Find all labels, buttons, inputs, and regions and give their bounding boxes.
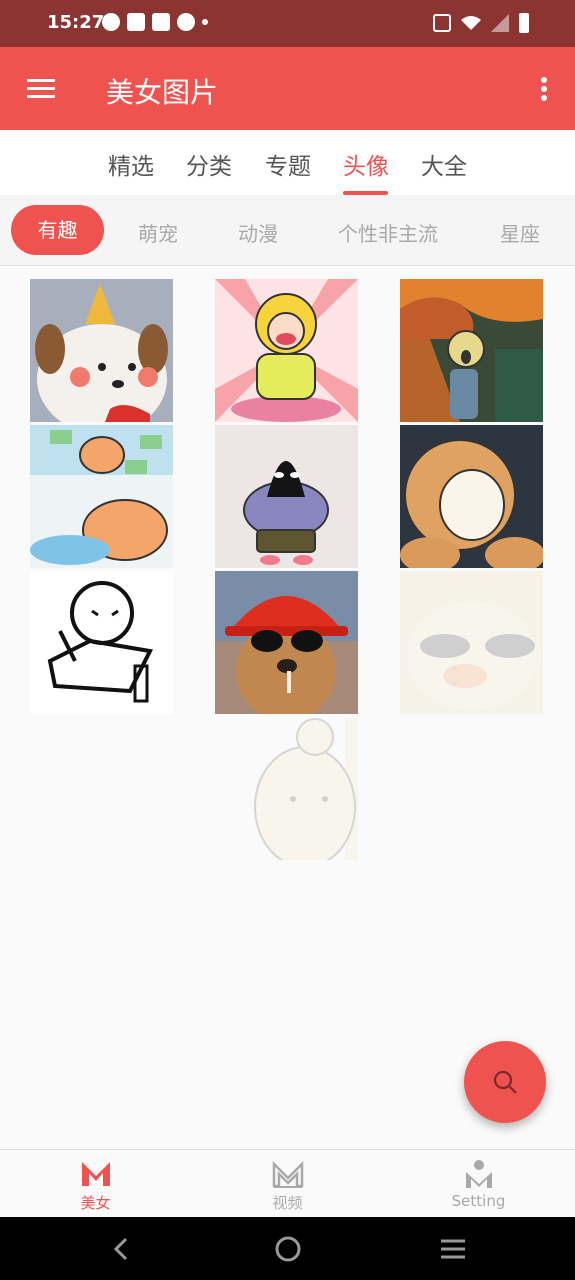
avatar-thumbnail[interactable] [215, 717, 358, 860]
m-logo-icon [272, 1160, 304, 1188]
avatar-thumbnail[interactable] [400, 279, 543, 422]
tab-all[interactable]: 大全 [421, 147, 467, 181]
tab-avatar[interactable]: 头像 [343, 147, 389, 181]
subtab-anime[interactable]: 动漫 [238, 218, 278, 247]
person-icon [466, 1160, 492, 1188]
dot-icon [202, 19, 208, 25]
main-tabs: 精选 分类 专题 头像 大全 [0, 130, 575, 195]
subtab-personality[interactable]: 个性非主流 [338, 218, 438, 247]
nav-item-beauty[interactable]: 美女 [0, 1150, 191, 1218]
mail-icon [152, 13, 170, 31]
sunglasses-duck-image [400, 571, 543, 714]
signal-icon [491, 14, 509, 32]
taiyaki-cat-image [400, 425, 543, 568]
menu-icon[interactable] [27, 79, 55, 99]
patrick-image [215, 425, 358, 568]
search-fab-button[interactable] [464, 1041, 546, 1123]
avatar-thumbnail[interactable] [215, 279, 358, 422]
nav-label: 美女 [80, 1194, 111, 1212]
nav-label: Setting [451, 1192, 506, 1210]
more-options-icon[interactable] [541, 77, 547, 101]
homework-doodle-image [30, 571, 173, 714]
system-nav-bar [0, 1217, 575, 1280]
avatar-thumbnail[interactable] [215, 425, 358, 568]
speed-icon [102, 13, 120, 31]
tab-featured[interactable]: 精选 [108, 147, 154, 181]
shield-icon [177, 13, 195, 31]
avatar-thumbnail[interactable] [30, 425, 173, 568]
hardhat-dog-image [215, 571, 358, 714]
subtab-funny[interactable]: 有趣 [11, 205, 104, 255]
system-icons [433, 13, 529, 33]
bear-money-image [30, 425, 173, 568]
tab-category[interactable]: 分类 [186, 147, 232, 181]
avatar-thumbnail[interactable] [400, 425, 543, 568]
app-bar: 美女图片 [0, 47, 575, 130]
battery-icon [519, 13, 529, 33]
recents-icon[interactable] [439, 1235, 467, 1263]
wifi-icon [461, 16, 481, 30]
cheering-girl-image [215, 279, 358, 422]
app-title: 美女图片 [106, 76, 219, 109]
puppy-image [30, 279, 173, 422]
avatar-thumbnail[interactable] [400, 571, 543, 714]
notification-icons [102, 13, 208, 31]
sub-tabs: 有趣 萌宠 动漫 个性非主流 星座 [0, 195, 575, 266]
nav-label: 视频 [272, 1194, 303, 1212]
m-logo-icon [82, 1162, 110, 1186]
status-time: 15:27 [47, 12, 105, 33]
bottom-nav: 美女 视频 Setting [0, 1149, 575, 1217]
avatar-thumbnail[interactable] [215, 571, 358, 714]
back-icon[interactable] [108, 1235, 136, 1263]
subtab-pets[interactable]: 萌宠 [138, 218, 178, 247]
subtab-zodiac[interactable]: 星座 [500, 218, 540, 247]
avatar-thumbnail[interactable] [30, 279, 173, 422]
scream-parody-image [400, 279, 543, 422]
nav-item-video[interactable]: 视频 [192, 1150, 383, 1218]
search-icon [493, 1070, 517, 1094]
status-bar: 15:27 [0, 0, 575, 47]
home-icon[interactable] [274, 1235, 302, 1263]
avatar-thumbnail[interactable] [30, 571, 173, 714]
nav-item-setting[interactable]: Setting [383, 1150, 574, 1218]
peeking-bear-image [215, 717, 358, 860]
vibrate-icon [433, 14, 451, 32]
mail-icon [127, 13, 145, 31]
tab-topic[interactable]: 专题 [265, 147, 311, 181]
